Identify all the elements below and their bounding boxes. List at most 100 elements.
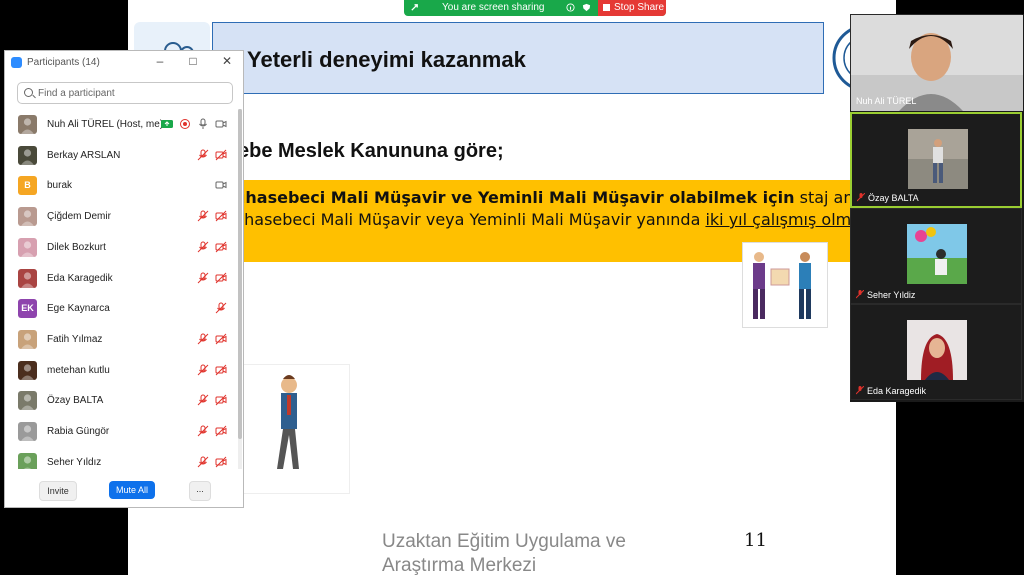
participant-avatar	[18, 207, 37, 227]
participants-panel: Participants (14) – □ ✕ Nuh Ali TÜREL (H…	[4, 50, 244, 508]
tile-name-ozay: Özay BALTA	[857, 193, 919, 203]
screen-share-status-icon	[161, 117, 173, 129]
video-gallery: Nuh Ali TÜREL Özay BALTA Seher Yıldiz Ed…	[850, 14, 1024, 402]
close-icon[interactable]: ✕	[220, 54, 234, 68]
participant-name: Ege Kaynarca	[47, 303, 110, 315]
participant-search[interactable]	[17, 82, 233, 104]
participants-title: Participants (14)	[27, 57, 100, 68]
tile-name-self: Nuh Ali TÜREL	[856, 96, 917, 106]
muted-mic-icon	[197, 240, 209, 253]
search-input[interactable]	[38, 86, 218, 100]
participant-name: Seher Yıldız	[47, 456, 102, 468]
muted-mic-icon	[197, 424, 209, 437]
participant-row[interactable]: Berkay ARSLAN	[5, 140, 237, 170]
muted-mic-icon	[197, 148, 209, 161]
mute-all-button[interactable]: Mute All	[109, 481, 155, 499]
participant-avatar	[18, 360, 37, 380]
participant-avatar: B	[18, 176, 37, 196]
screen-share-bar[interactable]: You are screen sharing Stop Share	[404, 0, 666, 16]
participants-list: Nuh Ali TÜREL (Host, me) Berkay ARSLAN Bbu…	[5, 109, 237, 469]
muted-mic-icon	[857, 193, 865, 202]
participant-name: metehan kutlu	[47, 364, 110, 376]
camera-off-icon	[215, 363, 227, 375]
tile-name-ozay-text: Özay BALTA	[868, 193, 919, 203]
camera-off-icon	[215, 209, 227, 222]
camera-off-icon	[215, 332, 227, 345]
participant-row[interactable]: EK Ege Kaynarca	[5, 293, 237, 323]
participant-name: Dilek Bozkurt	[47, 241, 106, 253]
ozay-photo	[908, 129, 968, 189]
stop-share-button[interactable]: Stop Share	[598, 0, 666, 16]
participant-name: Berkay ARSLAN	[47, 149, 121, 161]
tile-name-eda-text: Eda Karagedik	[867, 386, 927, 396]
businessman-illustration	[230, 364, 350, 494]
slide-title-box: • Yeterli deneyimi kazanmak	[212, 22, 824, 94]
maximize-icon[interactable]: □	[186, 54, 200, 68]
camera-off-icon	[215, 148, 227, 161]
video-tile-eda[interactable]: Eda Karagedik	[850, 304, 1022, 400]
camera-icon	[215, 178, 227, 190]
slide-heading: ebe Meslek Kanununa göre;	[238, 140, 504, 162]
highlight-line-2: uhasebeci Mali Müşavir veya Yeminli Mali…	[234, 210, 861, 229]
highlight-line-2-underline: iki yıl çalışmış olma	[705, 210, 862, 229]
participant-row[interactable]: Bburak	[5, 170, 237, 200]
more-options-button[interactable]: ...	[189, 481, 211, 501]
camera-off-icon	[215, 455, 227, 468]
scrollbar-thumb[interactable]	[238, 109, 242, 439]
slide-title: Yeterli deneyimi kazanmak	[247, 47, 526, 72]
invite-button[interactable]: Invite	[39, 481, 77, 501]
participant-avatar	[18, 115, 37, 134]
participants-scrollbar[interactable]	[238, 109, 242, 469]
zoom-logo-icon	[11, 57, 22, 68]
search-icon	[24, 88, 33, 97]
participant-row[interactable]: Eda Karagedik	[5, 263, 237, 293]
shield-icon[interactable]	[582, 3, 591, 12]
record-icon	[179, 117, 191, 129]
participant-name: Eda Karagedik	[47, 272, 113, 284]
participant-row[interactable]: metehan kutlu	[5, 355, 237, 385]
participants-titlebar[interactable]: Participants (14) – □ ✕	[5, 51, 243, 73]
video-tile-self[interactable]: Nuh Ali TÜREL	[850, 14, 1023, 111]
muted-mic-icon	[197, 332, 209, 345]
participant-name: Çiğdem Demir	[47, 211, 111, 223]
pin-icon[interactable]	[410, 3, 419, 12]
participant-avatar	[18, 452, 37, 469]
participant-avatar	[18, 145, 37, 165]
participant-name: burak	[47, 180, 73, 192]
participant-row[interactable]: Rabia Güngör	[5, 416, 237, 446]
participant-row[interactable]: Nuh Ali TÜREL (Host, me)	[5, 109, 237, 139]
slide-footer-line-2: Araştırma Merkezi	[382, 555, 537, 575]
muted-mic-icon	[197, 455, 209, 468]
participant-name: Nuh Ali TÜREL (Host, me)	[47, 119, 164, 130]
highlight-line-2-plain: uhasebeci Mali Müşavir veya Yeminli Mali…	[234, 210, 706, 229]
participant-name: Fatih Yılmaz	[47, 333, 103, 345]
camera-off-icon	[215, 271, 227, 283]
mic-icon[interactable]	[197, 117, 209, 129]
muted-mic-icon	[856, 290, 864, 299]
info-icon[interactable]	[566, 3, 575, 12]
participant-name: Özay BALTA	[47, 395, 104, 407]
slide-footer-line-1: Uzaktan Eğitim Uygulama ve	[382, 531, 626, 552]
camera-off-icon	[215, 424, 227, 437]
video-tile-ozay[interactable]: Özay BALTA	[850, 112, 1022, 208]
highlight-line-1: uhasebeci Mali Müşavir ve Yeminli Mali M…	[234, 188, 891, 207]
participant-avatar	[18, 329, 37, 349]
minimize-icon[interactable]: –	[153, 54, 167, 68]
handshake-illustration	[742, 242, 828, 328]
participant-avatar	[18, 237, 37, 257]
highlight-line-1-bold: uhasebeci Mali Müşavir ve Yeminli Mali M…	[234, 188, 795, 207]
participant-name: Rabia Güngör	[47, 426, 110, 437]
camera-off-icon	[215, 393, 227, 406]
video-tile-seher[interactable]: Seher Yıldiz	[850, 208, 1022, 304]
participant-row[interactable]: Fatih Yılmaz	[5, 324, 237, 354]
participant-avatar: EK	[18, 299, 37, 319]
participant-row[interactable]: Çiğdem Demir	[5, 201, 237, 231]
slide-page-number: 11	[744, 530, 767, 551]
participant-row[interactable]: Dilek Bozkurt	[5, 232, 237, 262]
participant-row[interactable]: Seher Yıldız	[5, 447, 237, 469]
stop-square-icon	[603, 4, 610, 11]
participant-avatar	[18, 422, 37, 441]
camera-icon[interactable]	[215, 117, 227, 129]
slide-footer: Uzaktan Eğitim Uygulama ve Araştırma Mer…	[382, 530, 626, 575]
participant-row[interactable]: Özay BALTA	[5, 385, 237, 415]
